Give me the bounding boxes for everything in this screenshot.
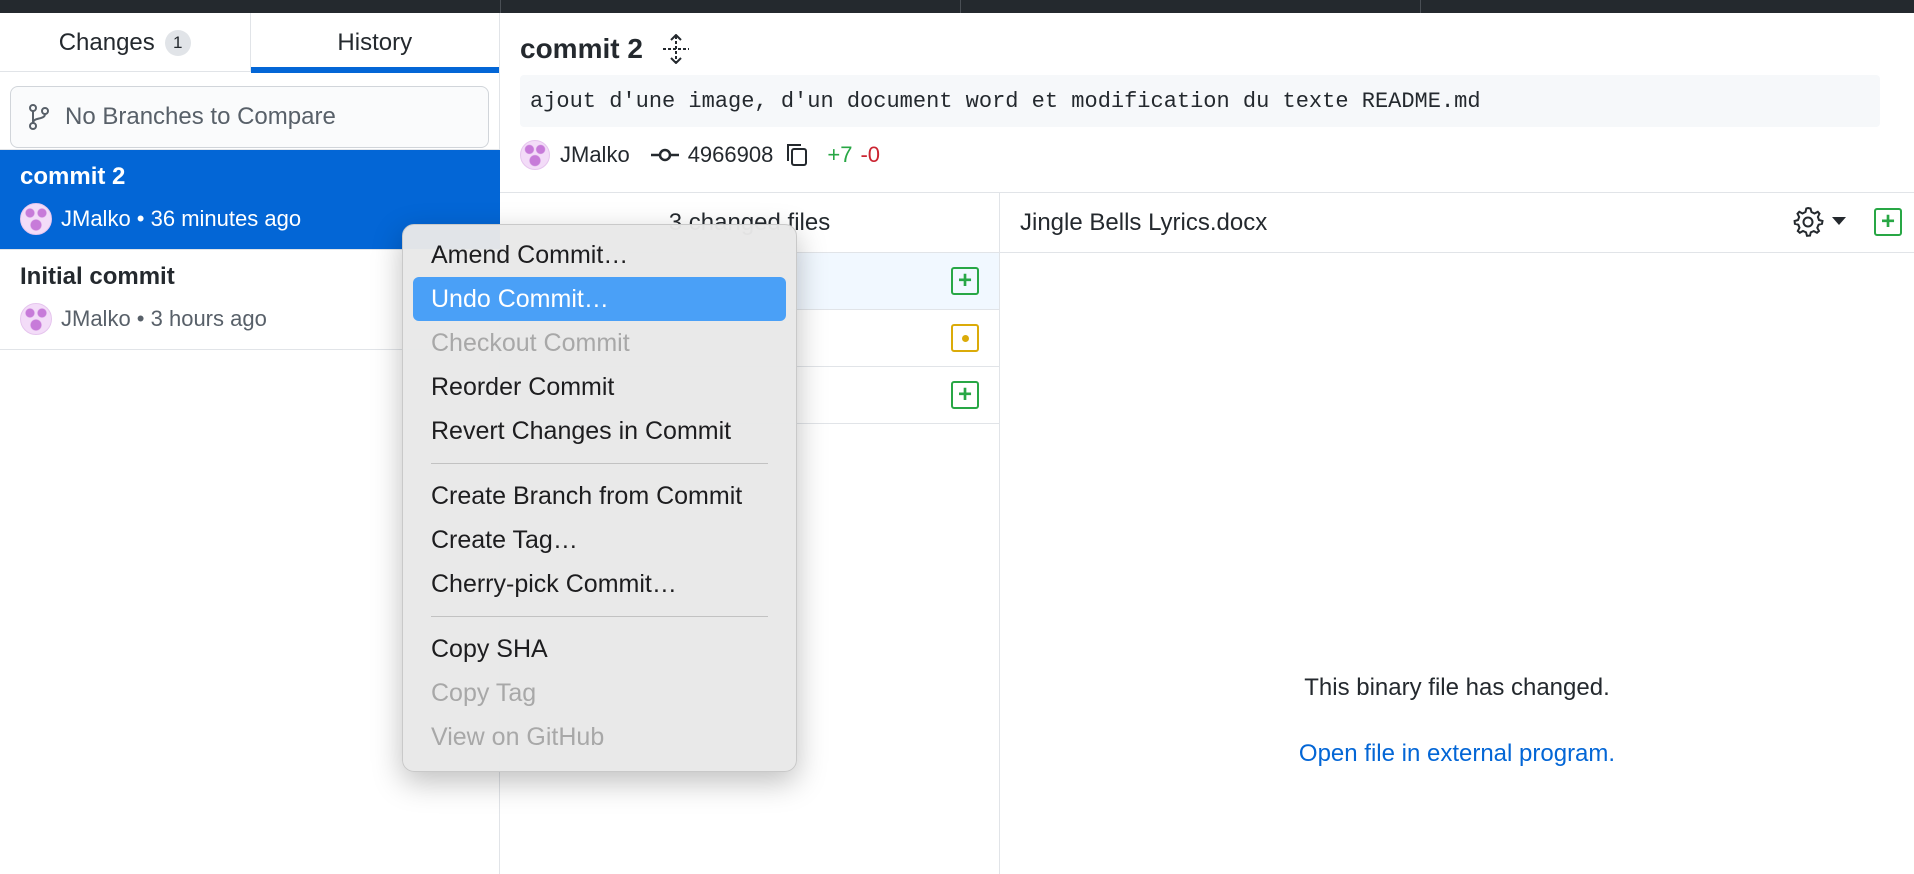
meta-separator: • — [130, 306, 151, 331]
commit-description: ajout d'une image, d'un document word et… — [520, 75, 1880, 127]
chevron-down-icon — [1832, 217, 1846, 225]
menu-item-create-tag[interactable]: Create Tag… — [413, 518, 786, 562]
tab-changes-label: Changes — [58, 28, 155, 56]
menu-item-create-branch[interactable]: Create Branch from Commit — [413, 474, 786, 518]
branch-compare-button[interactable]: No Branches to Compare — [10, 86, 489, 148]
toolbar-divider — [500, 0, 501, 13]
file-added-icon: + — [951, 267, 979, 295]
diff-settings-button[interactable] — [1792, 205, 1846, 237]
tab-history-label: History — [337, 28, 413, 56]
gear-icon — [1793, 206, 1824, 237]
menu-item-checkout-commit: Checkout Commit — [431, 328, 630, 357]
sidebar-tabs: Changes 1 History — [0, 13, 500, 73]
toolbar-divider — [1420, 0, 1421, 13]
commit-sha: 4966908 — [650, 142, 774, 168]
context-menu: Amend Commit… Undo Commit… Checkout Comm… — [402, 224, 797, 772]
menu-item-copy-sha[interactable]: Copy SHA — [413, 627, 786, 671]
tab-history[interactable]: History — [249, 13, 500, 73]
commit-meta-bar: JMalko 4966908 +7 -0 — [520, 127, 1894, 183]
commit-author: JMalko — [61, 206, 131, 231]
commit-author: JMalko — [61, 306, 131, 331]
additions-count: +7 — [827, 142, 853, 167]
menu-separator — [431, 616, 768, 617]
menu-item-cherry-pick[interactable]: Cherry-pick Commit… — [413, 562, 786, 606]
diff-header: Jingle Bells Lyrics.docx + — [1000, 193, 1914, 253]
commit-author: JMalko — [560, 142, 630, 167]
avatar — [520, 140, 550, 170]
git-commit-icon — [650, 148, 679, 162]
copy-icon[interactable] — [785, 142, 809, 168]
avatar — [20, 203, 52, 235]
file-added-icon: + — [951, 381, 979, 409]
file-added-icon: + — [1874, 208, 1902, 236]
menu-item-copy-tag: Copy Tag — [431, 678, 537, 707]
menu-item-reorder-commit[interactable]: Reorder Commit — [413, 365, 786, 409]
binary-message: This binary file has changed. — [1304, 674, 1610, 701]
git-branch-icon — [29, 104, 49, 130]
commit-time: 36 minutes ago — [150, 206, 302, 231]
menu-item-undo-commit[interactable]: Undo Commit… — [413, 277, 786, 321]
meta-separator: • — [130, 206, 151, 231]
menu-separator — [431, 463, 768, 464]
deletions-count: -0 — [860, 142, 880, 167]
toolbar-divider — [960, 0, 961, 13]
changes-count-badge: 1 — [164, 29, 191, 56]
compare-placeholder: No Branches to Compare — [65, 103, 336, 130]
menu-item-amend-commit[interactable]: Amend Commit… — [413, 233, 786, 277]
expand-icon[interactable] — [661, 34, 691, 64]
avatar — [20, 303, 52, 335]
menu-item-revert-changes[interactable]: Revert Changes in Commit — [413, 409, 786, 453]
commit-summary: commit 2 — [520, 33, 1894, 65]
open-external-link[interactable]: Open file in external program. — [1000, 740, 1914, 768]
file-modified-icon — [951, 324, 979, 352]
commit-time: 3 hours ago — [150, 306, 267, 331]
diff-filename: Jingle Bells Lyrics.docx — [1020, 208, 1268, 236]
commit-header: commit 2 ajout d'une image, d'un documen… — [500, 13, 1914, 183]
commit-summary-text: commit 2 — [520, 33, 643, 64]
commit-title: commit 2 — [20, 163, 126, 190]
commit-sha-text: 4966908 — [687, 142, 774, 167]
tab-changes[interactable]: Changes 1 — [0, 13, 250, 72]
app-toolbar — [0, 0, 1914, 13]
menu-item-view-on-github: View on GitHub — [431, 722, 605, 751]
diff-pane: Jingle Bells Lyrics.docx + This binary f… — [1000, 192, 1914, 874]
